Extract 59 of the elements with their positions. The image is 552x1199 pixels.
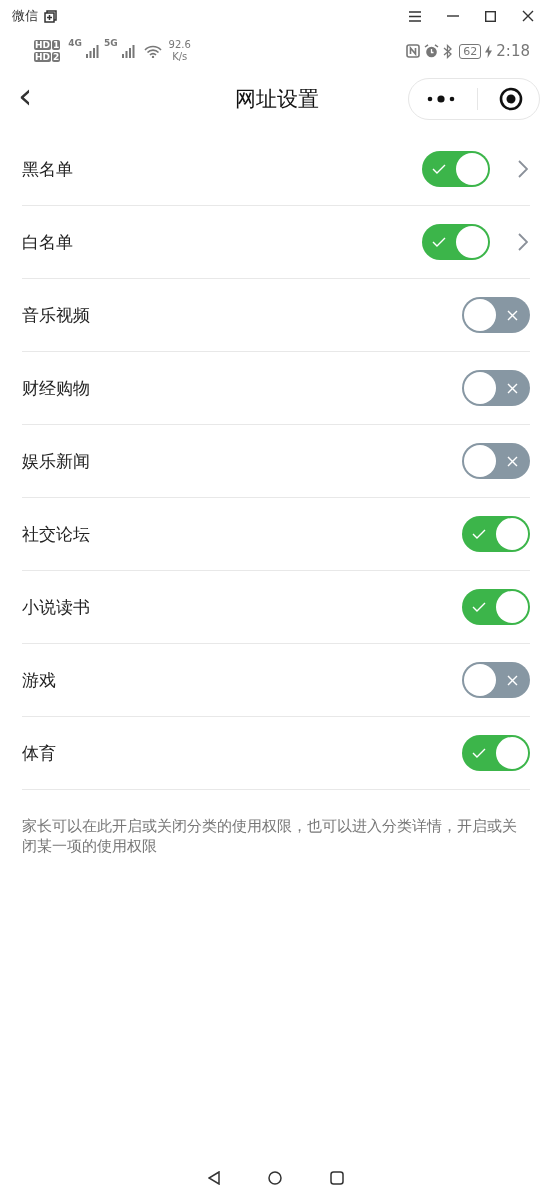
maximize-icon[interactable]	[485, 10, 496, 22]
setting-label: 娱乐新闻	[22, 449, 90, 473]
toggle-switch[interactable]	[422, 224, 490, 260]
back-button[interactable]: ‹	[14, 81, 37, 117]
battery-icon: 62	[459, 43, 482, 59]
setting-label: 游戏	[22, 668, 56, 692]
toggle-switch[interactable]	[462, 370, 530, 406]
charging-icon	[485, 44, 493, 58]
toggle-switch[interactable]	[462, 735, 530, 771]
sim-number: 1	[52, 40, 61, 50]
check-icon	[432, 164, 446, 174]
toggle-switch[interactable]	[462, 589, 530, 625]
page-title: 网址设置	[235, 86, 319, 113]
toggle-switch[interactable]	[462, 443, 530, 479]
setting-label: 体育	[22, 741, 56, 765]
setting-label: 黑名单	[22, 157, 73, 181]
back-nav-icon[interactable]	[208, 1171, 220, 1185]
cross-icon	[507, 382, 518, 394]
network-label: 4G	[68, 38, 82, 48]
sim-number: 2	[52, 52, 61, 62]
nfc-icon	[406, 44, 421, 58]
window-icon[interactable]	[44, 9, 57, 23]
more-icon[interactable]	[425, 94, 456, 104]
signal-icon	[85, 44, 100, 58]
recents-nav-icon[interactable]	[330, 1171, 344, 1185]
setting-label: 财经购物	[22, 376, 90, 400]
setting-label: 社交论坛	[22, 522, 90, 546]
setting-label: 小说读书	[22, 595, 90, 619]
check-icon	[472, 602, 486, 612]
bluetooth-icon	[443, 43, 453, 59]
chevron-right-icon[interactable]	[518, 233, 528, 251]
toggle-switch[interactable]	[462, 662, 530, 698]
help-text: 家长可以在此开启或关闭分类的使用权限，也可以进入分类详情，开启或关闭某一项的使用权限	[22, 816, 518, 856]
hd-label: HD	[34, 40, 51, 50]
check-icon	[432, 237, 446, 247]
cross-icon	[507, 455, 518, 467]
home-nav-icon[interactable]	[268, 1171, 282, 1185]
menu-icon[interactable]	[409, 10, 421, 22]
toggle-switch[interactable]	[422, 151, 490, 187]
close-target-icon[interactable]	[498, 87, 523, 111]
clock-time: 2:18	[496, 42, 530, 60]
speed-unit: K/s	[172, 51, 188, 63]
signal-icon	[121, 44, 136, 58]
cross-icon	[507, 309, 518, 321]
check-icon	[472, 529, 486, 539]
setting-label: 白名单	[22, 230, 73, 254]
hd-label: HD	[34, 52, 51, 62]
network-label: 5G	[103, 38, 118, 48]
wifi-icon	[143, 44, 162, 58]
toggle-switch[interactable]	[462, 297, 530, 333]
chevron-right-icon[interactable]	[518, 160, 528, 178]
alarm-icon	[424, 44, 440, 58]
speed-value: 92.6	[168, 39, 191, 51]
setting-label: 音乐视频	[22, 303, 90, 327]
window-title: 微信	[12, 7, 38, 25]
check-icon	[472, 748, 486, 758]
cross-icon	[507, 674, 518, 686]
close-icon[interactable]	[522, 10, 534, 22]
toggle-switch[interactable]	[462, 516, 530, 552]
